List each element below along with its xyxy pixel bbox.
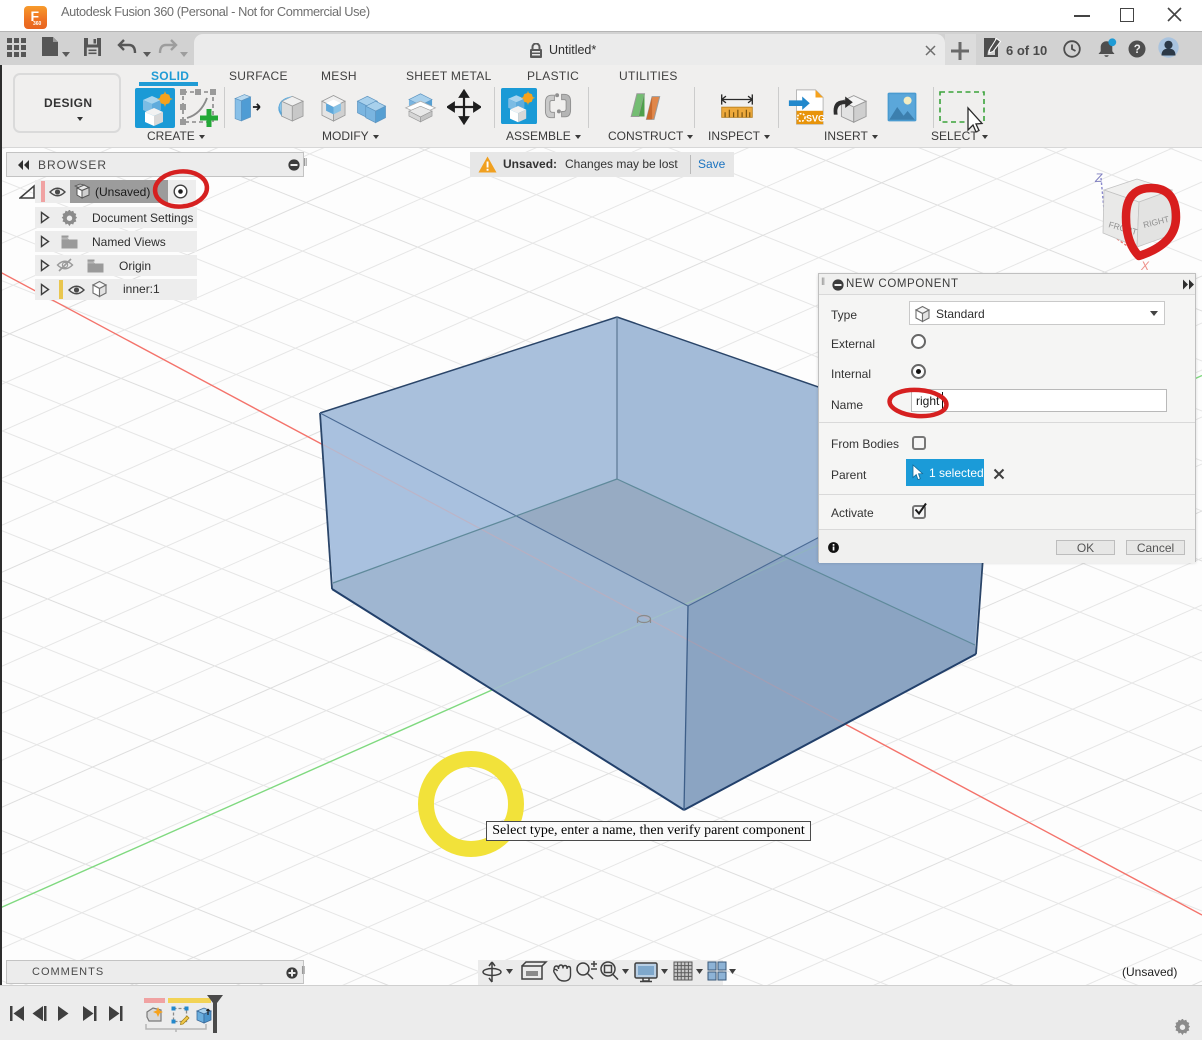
svg-text:X: X <box>1140 259 1150 273</box>
svg-text:SVG: SVG <box>806 113 825 123</box>
svg-text:?: ? <box>1134 44 1141 56</box>
svg-text:Z: Z <box>1094 171 1103 185</box>
